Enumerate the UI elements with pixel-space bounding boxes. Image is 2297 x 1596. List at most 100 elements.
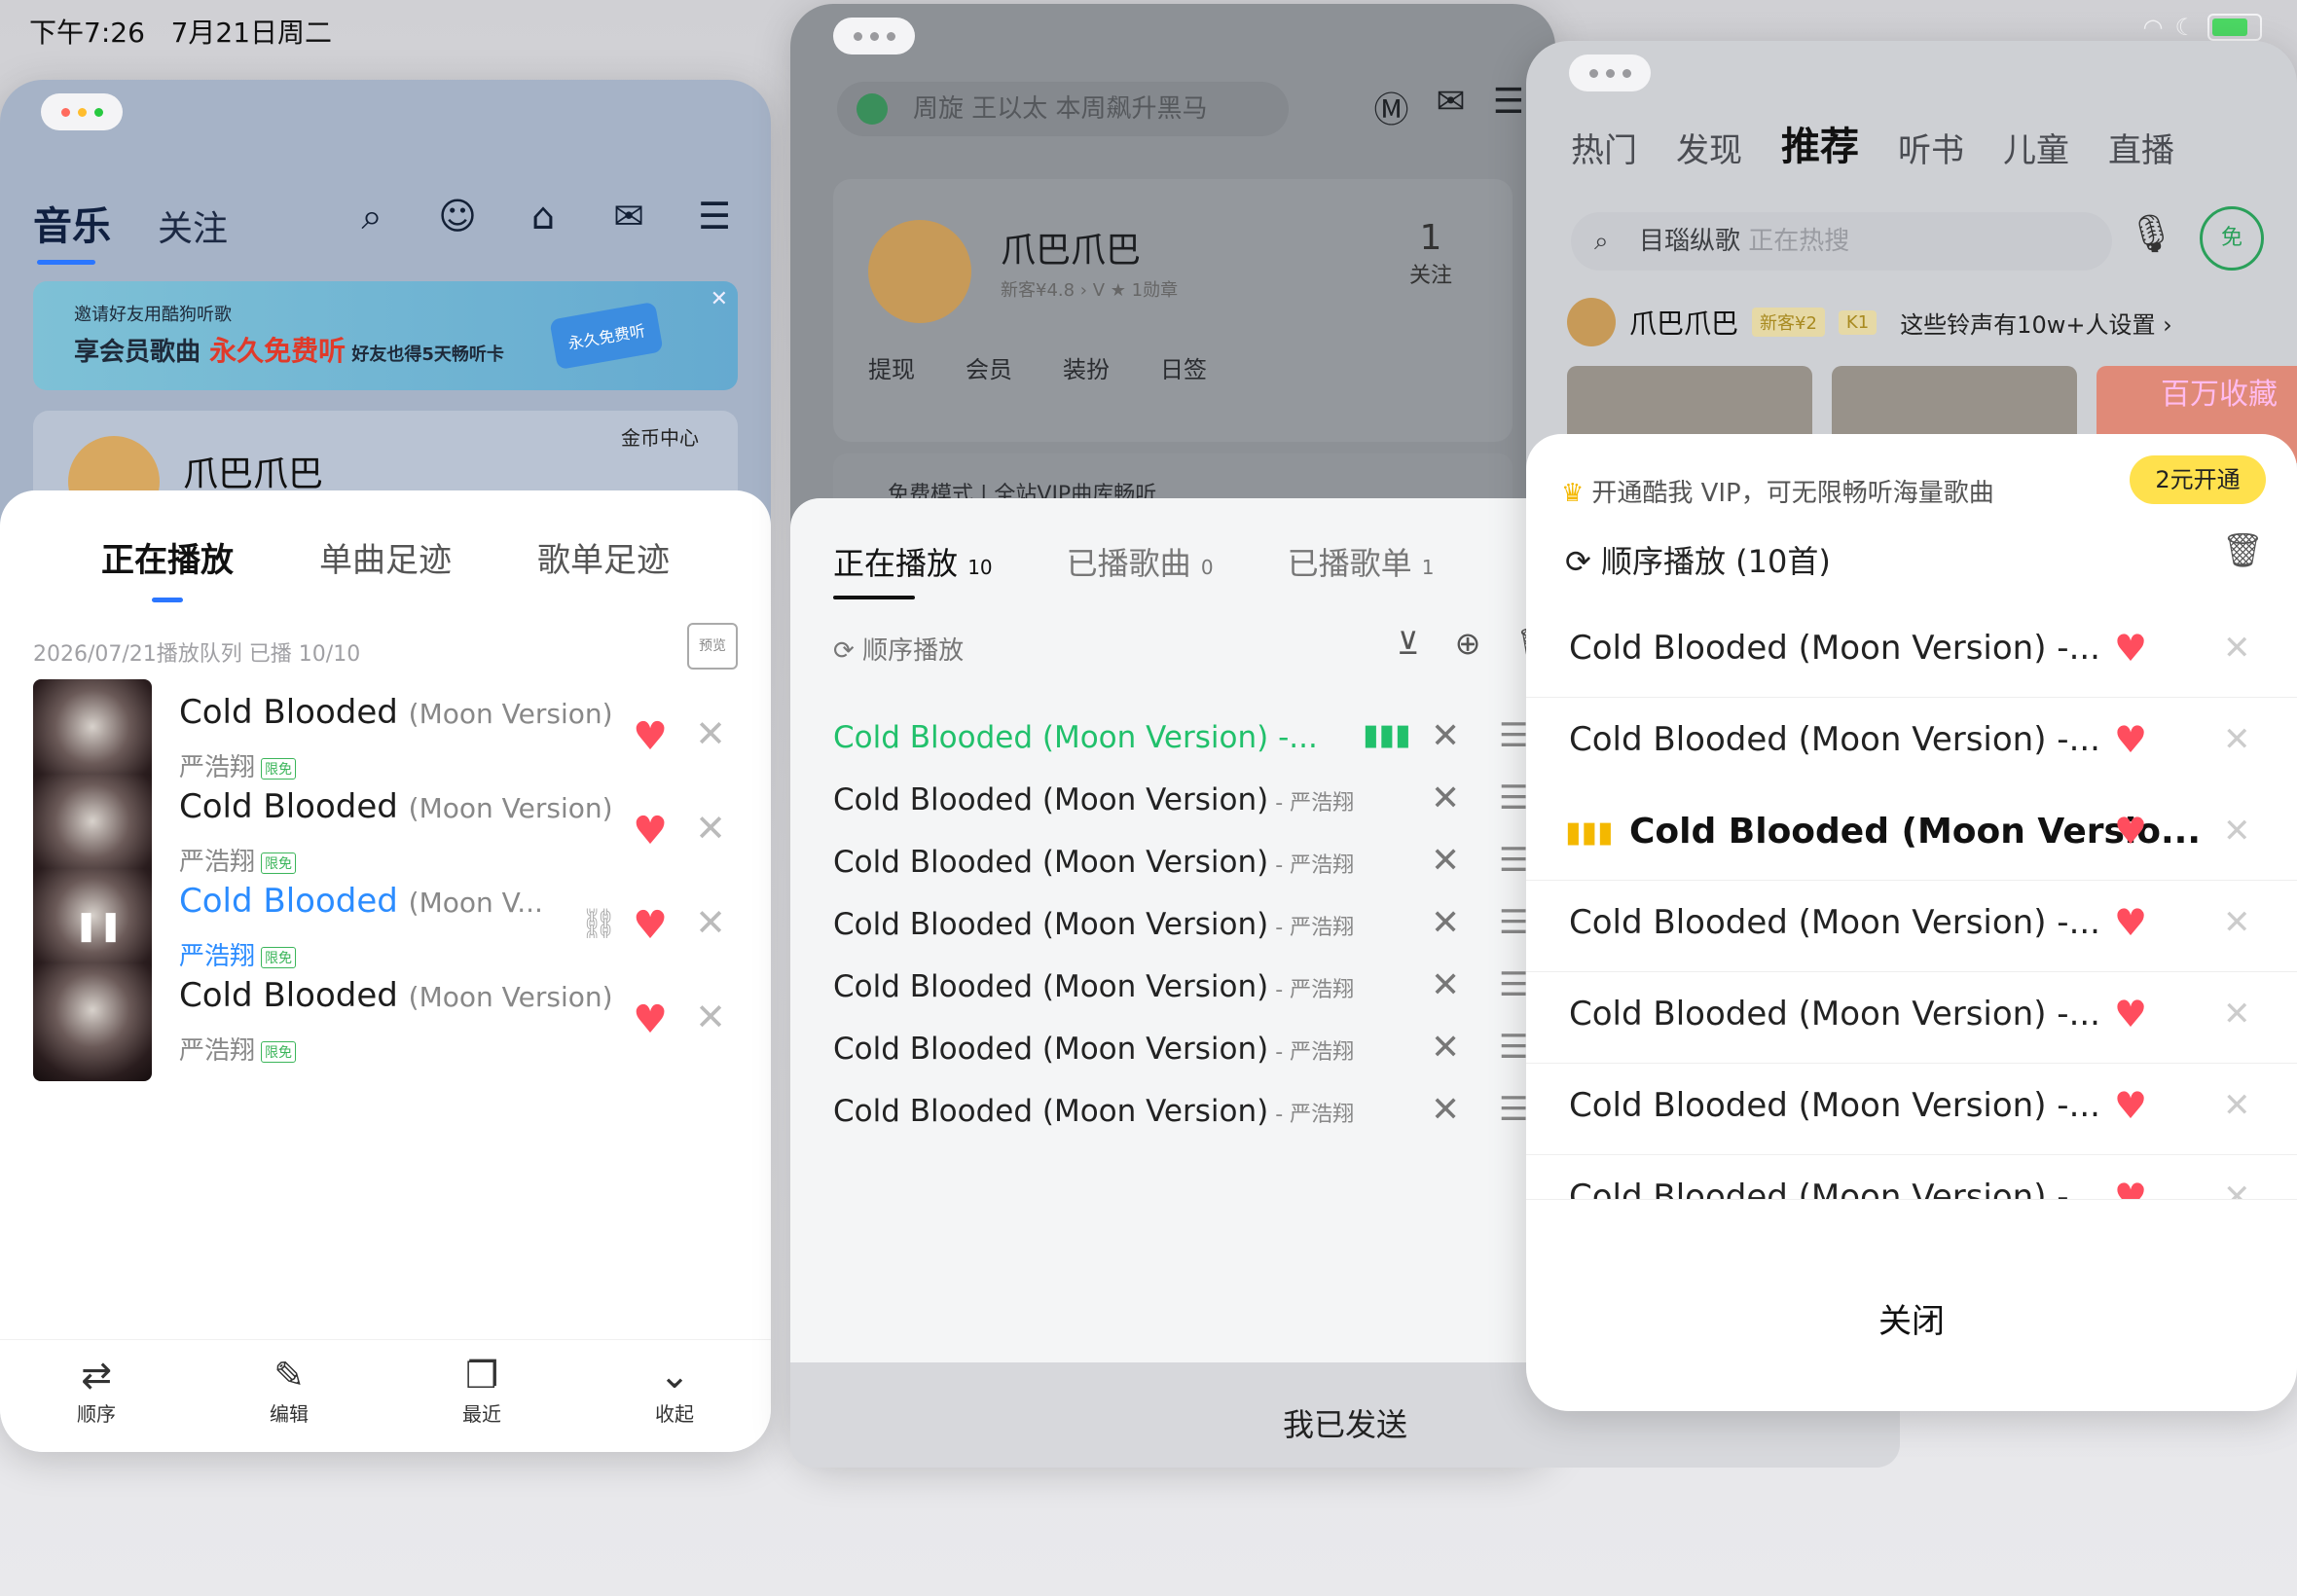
remove-icon[interactable]: ✕ [1431, 841, 1460, 881]
drag-handle-icon[interactable]: ☰ [1499, 716, 1528, 755]
tab-follow[interactable]: 关注 [158, 200, 228, 251]
heart-icon[interactable]: ♥ [633, 998, 668, 1042]
remove-icon[interactable]: ✕ [1431, 965, 1460, 1005]
remove-icon[interactable]: ✕ [2223, 629, 2251, 668]
play-mode[interactable]: ⟳ 顺序播放 (10首) [1565, 537, 1831, 582]
drag-handle-icon[interactable]: ☰ [1499, 841, 1528, 880]
heart-icon[interactable]: ♥ [2114, 1084, 2147, 1127]
mail-icon[interactable]: ✉ [605, 195, 652, 238]
add-icon[interactable]: ⊕ [1455, 625, 1481, 662]
remove-icon[interactable]: ✕ [2223, 1086, 2251, 1125]
remove-icon[interactable]: ✕ [2223, 1178, 2251, 1199]
heart-icon[interactable]: ♥ [633, 903, 668, 948]
preview-button[interactable]: 预览 [687, 623, 738, 670]
search-icon[interactable]: ⌕ [348, 195, 395, 238]
tab-playlist-history[interactable]: 歌单足迹 [537, 533, 670, 581]
tab-audiobook[interactable]: 听书 [1898, 124, 1964, 171]
close-dot-icon[interactable] [60, 107, 70, 117]
window-controls[interactable] [41, 93, 123, 130]
remove-icon[interactable]: ✕ [2223, 995, 2251, 1034]
vip-open-button[interactable]: 2元开通 [2130, 455, 2266, 504]
remove-icon[interactable]: ✕ [695, 996, 726, 1038]
tab-now-playing[interactable]: 正在播放 10 [833, 539, 993, 599]
search-input[interactable]: ⌕ 目瑙纵歌 正在热搜 [1571, 212, 2112, 271]
heart-icon[interactable]: ♥ [633, 809, 668, 853]
remove-icon[interactable]: ✕ [1431, 903, 1460, 943]
list-item[interactable]: Cold Blooded (Moon Version) -... ♥ ✕ [1526, 697, 2297, 789]
play-mode[interactable]: ⟳ 顺序播放 [833, 631, 964, 667]
remove-icon[interactable]: ✕ [1431, 1028, 1460, 1068]
tab-recommend[interactable]: 推荐 [1781, 115, 1859, 171]
search-input[interactable]: 周旋 王以太 本周飙升黑马 [837, 82, 1289, 136]
heart-icon[interactable]: ♥ [633, 714, 668, 759]
heart-icon[interactable]: ♥ [2114, 627, 2147, 670]
close-button[interactable]: 关闭 [1526, 1294, 2297, 1342]
heart-icon[interactable]: ♥ [2114, 810, 2147, 852]
download-icon[interactable]: ⊻ [1397, 625, 1419, 662]
free-listen-badge[interactable]: 免 [2200, 206, 2264, 271]
window-controls[interactable] [1569, 54, 1651, 91]
drag-handle-icon[interactable]: ☰ [1499, 1028, 1528, 1067]
follow-count[interactable]: 1 关注 [1409, 218, 1452, 289]
mail-icon[interactable]: ✉ [1437, 82, 1466, 132]
window-controls[interactable] [833, 18, 915, 54]
user-card[interactable]: 爪巴爪巴 新客¥4.8 › V ★ 1勋章 1 关注 提现 会员 装扮 日签 [833, 179, 1513, 442]
avatar[interactable] [1567, 298, 1616, 346]
drag-handle-icon[interactable]: ☰ [1499, 779, 1528, 817]
tab-now-playing[interactable]: 正在播放 [101, 533, 234, 602]
list-item-playing[interactable]: ▮▮▮ Cold Blooded (Moon Versio... ♥ ✕ [1526, 788, 2297, 881]
tab-kids[interactable]: 儿童 [2003, 124, 2069, 171]
remove-icon[interactable]: ✕ [2223, 720, 2251, 759]
daily-sign-link[interactable]: 日签 [1160, 350, 1207, 384]
drag-handle-icon[interactable]: ☰ [1499, 1090, 1528, 1129]
remove-icon[interactable]: ✕ [695, 807, 726, 850]
ringtone-link[interactable]: 这些铃声有10w+人设置 › [1900, 306, 2172, 340]
link-icon[interactable]: ⛓ [580, 907, 617, 941]
list-item[interactable]: Cold Blooded (Moon Version) - ♥ ✕ [1526, 1154, 2297, 1200]
user-row[interactable]: 爪巴爪巴 新客¥2 K1 这些铃声有10w+人设置 › [1567, 298, 2172, 346]
list-item[interactable]: Cold Blooded (Moon Version) - 严浩翔 ✕ ☰ [833, 1067, 1555, 1160]
collapse-button[interactable]: ⌄ 收起 [655, 1340, 694, 1452]
tab-hot[interactable]: 热门 [1571, 124, 1637, 171]
remove-icon[interactable]: ✕ [695, 901, 726, 944]
mic-icon[interactable]: 🎙 [2128, 212, 2174, 256]
heart-icon[interactable]: ♥ [2114, 901, 2147, 944]
avatar-icon[interactable]: ☺ [434, 195, 481, 238]
pause-icon[interactable]: ❚❚ [74, 909, 123, 946]
dressup-link[interactable]: 装扮 [1063, 350, 1110, 384]
list-item[interactable]: Cold Blooded (Moon Version) -... ♥ ✕ [1526, 605, 2297, 698]
free-icon[interactable]: Ⓜ [1374, 82, 1409, 132]
list-item[interactable]: Cold Blooded (Moon Version) -... ♥ ✕ [1526, 971, 2297, 1064]
menu-icon[interactable]: ☰ [691, 195, 738, 238]
remove-icon[interactable]: ✕ [2223, 812, 2251, 851]
invite-banner[interactable]: 邀请好友用酷狗听歌 享会员歌曲 永久免费听 好友也得5天畅听卡 永久免费听 ✕ [33, 281, 738, 390]
remove-icon[interactable]: ✕ [695, 712, 726, 755]
coin-center-link[interactable]: 金币中心 [621, 422, 699, 451]
tab-discover[interactable]: 发现 [1676, 124, 1742, 171]
remove-icon[interactable]: ✕ [1431, 716, 1460, 756]
list-item[interactable]: Cold Blooded (Moon Version) -... ♥ ✕ [1526, 880, 2297, 972]
remove-icon[interactable]: ✕ [2223, 903, 2251, 942]
menu-icon[interactable]: ☰ [1493, 82, 1524, 132]
tab-played-playlists[interactable]: 已播歌单 1 [1288, 539, 1435, 584]
order-button[interactable]: ⇄ 顺序 [77, 1340, 116, 1452]
drag-handle-icon[interactable]: ☰ [1499, 965, 1528, 1004]
withdraw-link[interactable]: 提现 [868, 350, 915, 384]
close-icon[interactable]: ✕ [711, 287, 728, 311]
heart-icon[interactable]: ♥ [2114, 1176, 2147, 1199]
heart-icon[interactable]: ♥ [2114, 993, 2147, 1035]
minimize-dot-icon[interactable] [77, 107, 87, 117]
vip-link[interactable]: 会员 [966, 350, 1012, 384]
heart-icon[interactable]: ♥ [2114, 718, 2147, 761]
list-item[interactable]: Cold Blooded (Moon Version) -... ♥ ✕ [1526, 1063, 2297, 1155]
fullscreen-dot-icon[interactable] [93, 107, 103, 117]
tab-played-songs[interactable]: 已播歌曲 0 [1067, 539, 1214, 584]
tab-single-history[interactable]: 单曲足迹 [319, 533, 452, 581]
list-item[interactable]: Cold Blooded (Moon Version) 严浩翔 限免 ♥ ✕ [33, 962, 738, 1083]
trash-icon[interactable]: 🗑 [2222, 531, 2264, 570]
remove-icon[interactable]: ✕ [1431, 779, 1460, 818]
recent-button[interactable]: ❐ 最近 [462, 1340, 501, 1452]
gift-icon[interactable]: ⌂ [520, 195, 566, 238]
drag-handle-icon[interactable]: ☰ [1499, 903, 1528, 942]
tab-music[interactable]: 音乐 [33, 195, 111, 265]
